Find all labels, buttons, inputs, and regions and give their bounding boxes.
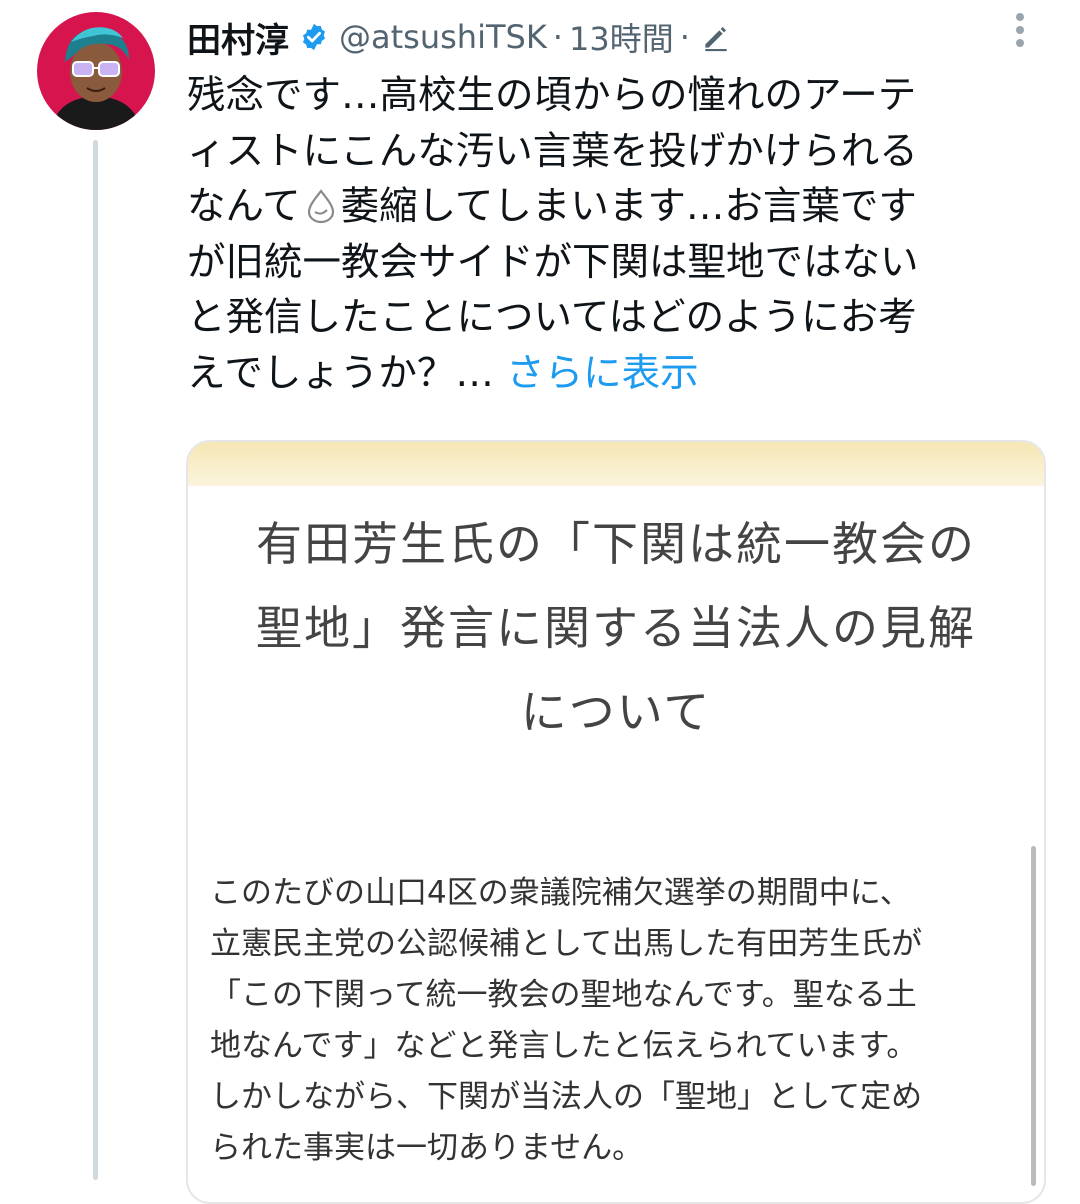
separator-dot: · <box>679 18 690 56</box>
tweet-text-segment: えでしょうか？… <box>187 350 494 396</box>
image-title-line: について <box>520 685 712 739</box>
edited-pencil-icon[interactable] <box>700 21 732 53</box>
tweet-text-line: と発信したことについてはどのようにお考 <box>187 295 917 340</box>
image-title-line: 聖地」発言に関する当法人の見解 <box>256 601 976 655</box>
avatar-illustration <box>37 12 155 130</box>
image-scrollbar <box>1031 846 1036 1186</box>
tweet-text-line: が旧統一教会サイドが下関は聖地ではない <box>187 239 919 285</box>
sweat-droplet-icon <box>301 185 341 225</box>
image-body-text: このたびの山口4区の衆議院補欠選挙の期間中に、 立憲民主党の公認候補として出馬し… <box>210 868 1010 1174</box>
image-body-line: 立憲民主党の公認候補として出馬した有田芳生氏が <box>210 926 923 962</box>
author-handle[interactable]: @atsushiTSK <box>339 18 547 56</box>
tweet-text-segment: なんて <box>187 184 301 229</box>
tweet-text: 残念です…高校生の頃からの憧れのアーテ ィストにこんな汚い言葉を投げかけられる … <box>187 68 1057 401</box>
image-body-line: このたびの山口4区の衆議院補欠選挙の期間中に、 <box>210 875 911 911</box>
tweet-text-line-last: えでしょうか？… さらに表示 <box>187 346 1057 402</box>
timestamp[interactable]: 13時間 <box>569 14 674 60</box>
image-body-line: られた事実は一切ありません。 <box>210 1130 644 1166</box>
image-body-line: しかしながら、下関が当法人の「聖地」として定め <box>210 1079 923 1115</box>
show-more-link[interactable]: さらに表示 <box>506 351 699 396</box>
verified-badge-icon <box>299 22 329 52</box>
attached-image-card[interactable]: 有田芳生氏の「下関は統一教会の 聖地」発言に関する当法人の見解 について このた… <box>186 440 1046 1204</box>
image-body-line: 「この下関って統一教会の聖地なんです。聖なる土 <box>210 977 917 1013</box>
tweet-header: 田村淳 @atsushiTSK · 13時間 · <box>187 12 732 62</box>
tweet-text-line-with-emoji: なんて 萎縮してしまいます…お言葉です <box>187 179 1057 235</box>
author-name[interactable]: 田村淳 <box>187 13 289 62</box>
tweet-text-segment: 萎縮してしまいます…お言葉です <box>340 184 917 229</box>
avatar[interactable] <box>37 12 155 130</box>
tweet-text-line: ィストにこんな汚い言葉を投げかけられる <box>187 128 918 174</box>
image-body-line: 地なんです」などと発言したと伝えられています。 <box>210 1028 918 1064</box>
tweet-text-line: 残念です…高校生の頃からの憧れのアーテ <box>187 73 917 118</box>
separator-dot: · <box>552 18 563 56</box>
image-title-line: 有田芳生氏の「下関は統一教会の <box>256 517 976 571</box>
image-header-bar <box>188 442 1044 486</box>
more-options-icon[interactable] <box>1006 10 1034 52</box>
image-title: 有田芳生氏の「下関は統一教会の 聖地」発言に関する当法人の見解 について <box>188 502 1044 754</box>
thread-connector-line <box>93 140 98 1180</box>
